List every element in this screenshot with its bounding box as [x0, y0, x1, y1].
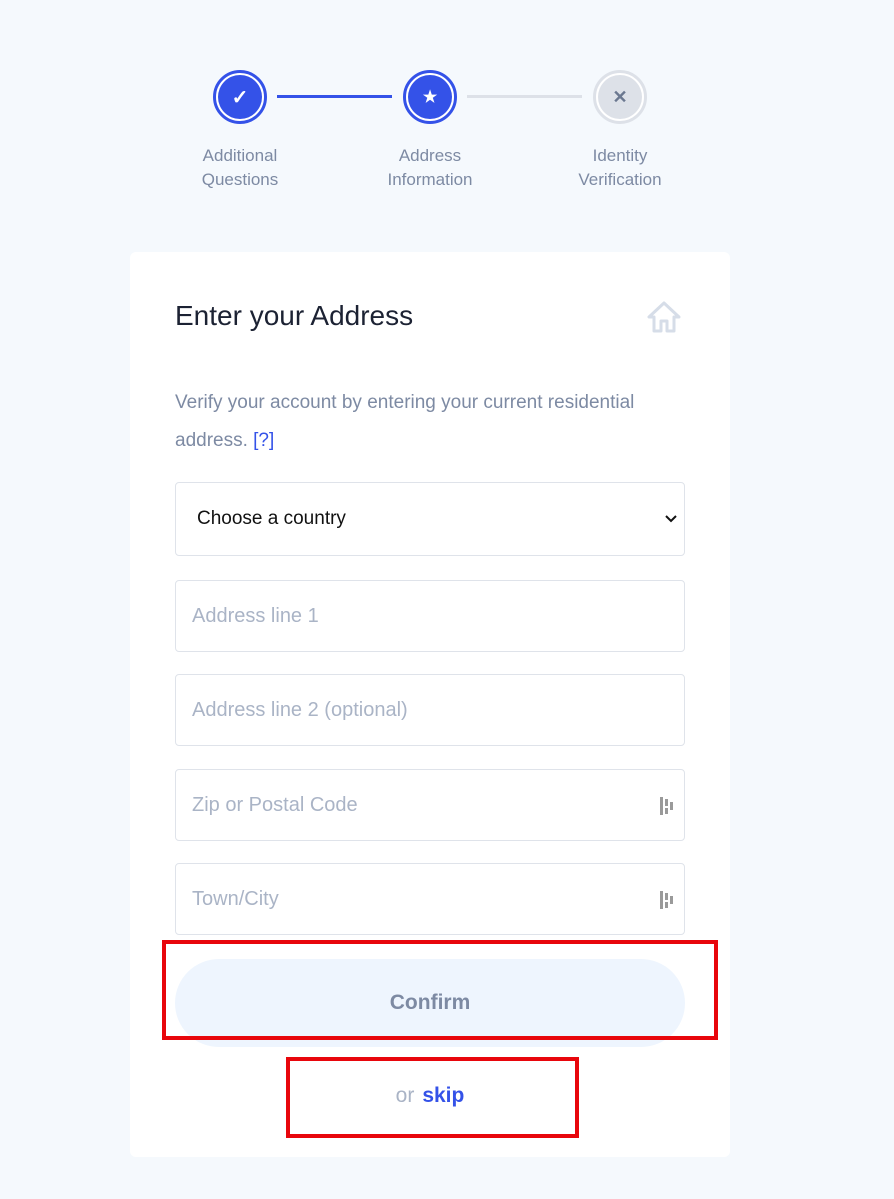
star-icon: ★: [408, 75, 452, 119]
step-label-line: Additional: [202, 146, 278, 165]
step-circle: ★: [403, 70, 457, 124]
city-field: [175, 863, 685, 935]
x-icon: ✕: [598, 75, 642, 119]
description-text: Verify your account by entering your cur…: [175, 392, 635, 451]
chevron-down-icon: [665, 515, 677, 523]
help-link[interactable]: [?]: [253, 430, 274, 451]
step-circle: ✓: [213, 70, 267, 124]
password-manager-icon[interactable]: [658, 890, 676, 910]
step-identity-verification: ✕ Identity Verification: [540, 70, 700, 192]
progress-stepper: ✓ Additional Questions ★ Address Informati…: [0, 0, 894, 230]
step-label-line: Identity: [592, 146, 648, 165]
city-input[interactable]: [192, 887, 632, 911]
address-line-2-field: [175, 674, 685, 746]
address-line-1-input[interactable]: [192, 604, 632, 628]
step-label-line: Questions: [201, 170, 279, 189]
step-label: Additional Questions: [160, 144, 320, 192]
check-icon: ✓: [218, 75, 262, 119]
zip-field: [175, 769, 685, 841]
address-line-2-input[interactable]: [192, 698, 632, 722]
description: Verify your account by entering your cur…: [175, 384, 695, 460]
password-manager-icon[interactable]: [658, 796, 676, 816]
home-icon: [647, 301, 681, 333]
highlight-box-skip: [286, 1057, 579, 1138]
step-address-information: ★ Address Information: [350, 70, 510, 192]
step-label: Address Information: [350, 144, 510, 192]
country-select-value: Choose a country: [197, 508, 346, 529]
step-label: Identity Verification: [540, 144, 700, 192]
step-additional-questions: ✓ Additional Questions: [160, 70, 320, 192]
step-label-line: Information: [387, 170, 473, 189]
zip-input[interactable]: [192, 793, 632, 817]
address-line-1-field: [175, 580, 685, 652]
step-label-line: Address: [398, 146, 462, 165]
step-circle: ✕: [593, 70, 647, 124]
country-select[interactable]: Choose a country: [175, 482, 685, 556]
step-label-line: Verification: [578, 170, 662, 189]
page-title: Enter your Address: [175, 300, 414, 331]
highlight-box-confirm: [162, 940, 718, 1040]
